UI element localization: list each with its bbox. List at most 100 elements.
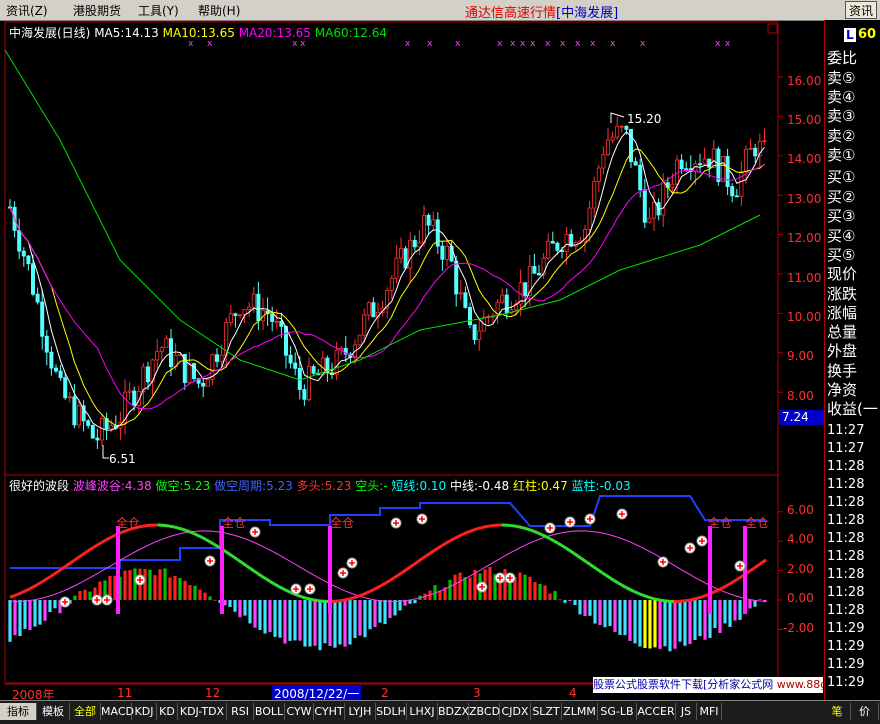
indicator-wave-line — [562, 546, 566, 549]
price-tick: 13.00 — [787, 192, 821, 206]
indicator-histogram-bar — [313, 600, 316, 646]
indicator-histogram-bar — [388, 600, 391, 618]
indicator-wave-line — [314, 600, 318, 601]
side-item: 换手 — [827, 362, 857, 381]
tab-boll[interactable]: BOLL — [254, 703, 285, 720]
trade-time: 11:28 — [827, 477, 864, 492]
menu-tools[interactable]: 工具(Y) — [138, 2, 179, 19]
indicator-wave-line — [74, 558, 78, 561]
indicator-wave-line — [518, 527, 522, 528]
tab-accer[interactable]: ACCER — [637, 703, 676, 720]
tab-ticks[interactable]: 笔 — [824, 703, 851, 720]
tab-price[interactable]: 价 — [851, 703, 879, 720]
indicator-wave-line — [650, 598, 654, 599]
indicator-tick: 2.00 — [787, 562, 814, 576]
signal-marker: x — [427, 39, 433, 49]
tab-indicator[interactable]: 指标 — [0, 703, 37, 720]
indicator-histogram-bar — [488, 567, 491, 600]
indicator-item-8: 红柱:0.47 — [513, 479, 568, 493]
candle-body — [565, 234, 568, 251]
tab-cyht[interactable]: CYHT — [314, 703, 345, 720]
tab-template[interactable]: 模板 — [37, 703, 70, 720]
indicator-wave-line — [26, 589, 30, 591]
l-badge[interactable]: L — [844, 28, 856, 42]
candle-body — [45, 336, 48, 352]
candle-body — [505, 295, 508, 313]
candle-body — [597, 168, 600, 181]
tab-js[interactable]: JS — [676, 703, 697, 720]
side-item: 委比 — [827, 49, 857, 68]
candle-body — [248, 307, 251, 309]
indicator-histogram-bar — [583, 600, 586, 616]
tab-lhxj[interactable]: LHXJ — [407, 703, 438, 720]
indicator-wave-line — [390, 578, 394, 581]
indicator-histogram-bar — [238, 600, 241, 617]
candle-body — [537, 273, 540, 275]
candle-body — [501, 295, 504, 302]
indicator-wave-line — [422, 556, 426, 559]
candle-body — [524, 283, 527, 296]
indicator-wave-line — [486, 526, 490, 527]
candle-body — [427, 215, 430, 225]
kline-chart[interactable]: xxxxxxxxxxxxxxxxxxx — [0, 20, 824, 687]
indicator-histogram-bar — [563, 600, 566, 603]
tab-bdzx[interactable]: BDZX — [438, 703, 469, 720]
indicator-wave-line — [730, 581, 734, 583]
indicator-wave-line — [458, 535, 462, 537]
tab-zlmm[interactable]: ZLMM — [562, 703, 598, 720]
tab-cjdx[interactable]: CJDX — [500, 703, 531, 720]
menu-hk-futures[interactable]: 港股期货 — [73, 2, 121, 19]
tab-zbcd[interactable]: ZBCD — [469, 703, 500, 720]
indicator-wave-line — [226, 552, 230, 555]
full-position-label: 全仓 — [116, 514, 140, 531]
chart-area[interactable]: xxxxxxxxxxxxxxxxxxx 中海发展(日线) MA5:14.13 M… — [0, 20, 824, 687]
candle-body — [206, 380, 209, 387]
candle-body — [307, 367, 310, 400]
tab-sg-lb[interactable]: SG-LB — [598, 703, 637, 720]
indicator-wave-line — [42, 579, 46, 581]
tab-rsi[interactable]: RSI — [227, 703, 254, 720]
tab-lyjh[interactable]: LYJH — [345, 703, 376, 720]
tab-kd[interactable]: KD — [157, 703, 178, 720]
indicator-wave-line — [442, 543, 446, 545]
trade-time: 11:29 — [827, 675, 864, 690]
indicator-histogram-bar — [503, 569, 506, 600]
candle-body — [27, 256, 30, 264]
tab-macd[interactable]: MACD — [101, 703, 132, 720]
indicator-item-7: 中线:-0.48 — [450, 479, 509, 493]
candle-body — [418, 243, 421, 247]
menu-news[interactable]: 资讯(Z) — [6, 2, 48, 19]
indicator-histogram-bar — [338, 600, 341, 644]
indicator-histogram-bar — [523, 575, 526, 600]
menu-help[interactable]: 帮助(H) — [198, 2, 240, 19]
info-button[interactable]: 资讯 — [845, 1, 877, 19]
tab-kdj-tdx[interactable]: KDJ-TDX — [178, 703, 227, 720]
indicator-histogram-bar — [733, 600, 736, 621]
tab-all[interactable]: 全部 — [70, 703, 101, 720]
indicator-histogram-bar — [543, 585, 546, 600]
ma20-line — [10, 165, 764, 409]
indicator-wave-line — [102, 540, 106, 542]
tab-sdlh[interactable]: SDLH — [376, 703, 407, 720]
side-item: 外盘 — [827, 342, 857, 361]
candle-body — [634, 162, 637, 165]
main-legend: 中海发展(日线) MA5:14.13 MA10:13.65 MA20:13.65… — [9, 24, 387, 41]
indicator-wave-line — [182, 529, 186, 530]
indicator-histogram-bar — [243, 600, 246, 616]
indicator-tick: 6.00 — [787, 503, 814, 517]
tab-kdj[interactable]: KDJ — [132, 703, 157, 720]
indicator-histogram-bar — [623, 600, 626, 635]
tab-cyw[interactable]: CYW — [285, 703, 314, 720]
indicator-wave-line — [402, 570, 406, 573]
side-item: 卖② — [827, 127, 855, 146]
indicator-histogram-bar — [393, 600, 396, 615]
candle-body — [275, 321, 278, 322]
candle-body — [620, 126, 623, 127]
tab-mfi[interactable]: MFI — [697, 703, 722, 720]
indicator-histogram-bar — [538, 584, 541, 600]
candle-body — [721, 156, 724, 181]
candle-body — [22, 251, 25, 256]
indicator-histogram-bar — [263, 600, 266, 634]
candle-body — [616, 126, 619, 137]
tab-slzt[interactable]: SLZT — [531, 703, 562, 720]
